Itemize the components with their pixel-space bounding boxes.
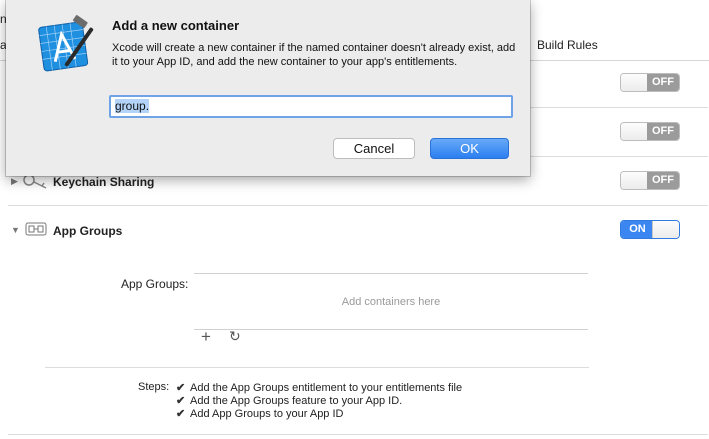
checkmark-icon: ✔ [176,382,186,394]
add-container-sheet: Add a new container Xcode will create a … [6,0,530,176]
toggle-state: OFF [647,172,679,189]
steps-label: Steps: [138,381,170,393]
capability-toggle-1[interactable]: OFF [620,73,680,92]
capability-app-groups-title: App Groups [53,224,123,238]
step-item: ✔ Add the App Groups feature to your App … [176,394,402,407]
toggle-state: ON [621,221,654,238]
step-text: Add App Groups to your App ID [190,408,344,420]
capability-toggle-2[interactable]: OFF [620,122,680,141]
cancel-button[interactable]: Cancel [333,138,415,159]
ok-button[interactable]: OK [430,138,509,159]
capability-keychain-title: Keychain Sharing [53,175,155,189]
row-divider [8,205,708,206]
capability-toggle-app-groups[interactable]: ON [620,220,680,239]
dialog-title: Add a new container [112,18,240,33]
refresh-icon[interactable]: ↻ [229,328,241,345]
step-item: ✔ Add App Groups to your App ID [176,407,343,420]
toggle-state: OFF [647,123,679,140]
step-text: Add the App Groups entitlement to your e… [190,382,463,394]
disclosure-triangle-icon[interactable]: ▶ [11,176,18,187]
checkmark-icon: ✔ [176,395,186,407]
app-groups-label: App Groups: [121,277,189,291]
step-item: ✔ Add the App Groups entitlement to your … [176,381,462,394]
row-divider [8,434,708,435]
app-groups-list[interactable]: Add containers here [194,273,588,330]
capability-toggle-keychain[interactable]: OFF [620,171,680,190]
dialog-message: Xcode will create a new container if the… [112,42,516,68]
app-groups-placeholder: Add containers here [341,296,441,308]
tab-build-rules[interactable]: Build Rules [537,38,598,52]
xcode-icon [38,15,94,72]
plus-icon[interactable]: + [201,327,211,347]
step-text: Add the App Groups feature to your App I… [190,395,403,407]
toggle-state: OFF [647,74,679,91]
checkmark-icon: ✔ [176,408,186,420]
input-selected-text: group. [115,99,150,113]
app-groups-icon [25,222,47,236]
container-name-input[interactable]: group. [109,95,513,118]
steps-divider [45,367,589,368]
disclosure-triangle-icon[interactable]: ▼ [11,225,20,235]
